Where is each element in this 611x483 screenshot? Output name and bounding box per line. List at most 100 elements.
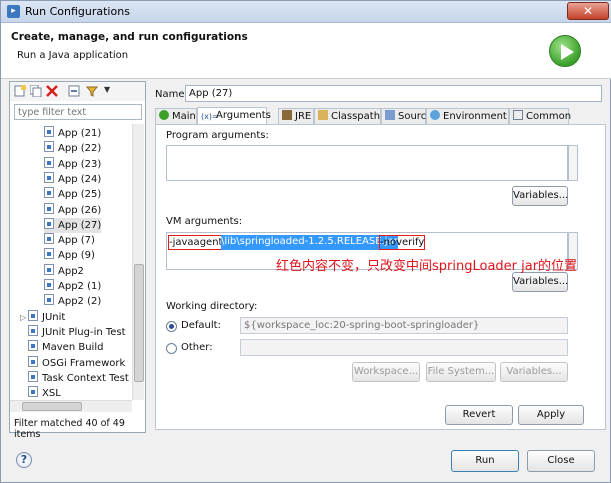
vm-arg-noverify: -noverify xyxy=(379,235,426,250)
filter-input[interactable] xyxy=(14,104,142,120)
annotation-note: 红色内容不变，只改变中间springLoader jar的位置 xyxy=(276,259,578,274)
xsl-icon xyxy=(28,386,38,398)
window-close-button[interactable]: ✕ xyxy=(567,2,609,20)
tree-item[interactable]: App (21) xyxy=(44,126,101,141)
config-tabs: Main (x)=Arguments JRE Classpath Source … xyxy=(155,107,606,125)
other-dir-radio[interactable] xyxy=(166,343,177,354)
tree-item-label: App (7) xyxy=(58,235,95,247)
filesystem-button[interactable]: File System... xyxy=(426,362,496,382)
workspace-button[interactable]: Workspace... xyxy=(352,362,420,382)
config-toolbar: ▼ xyxy=(10,82,145,101)
tree-item[interactable]: JUnit Plug-in Test xyxy=(20,324,126,340)
tree-item[interactable]: App2 xyxy=(44,263,84,279)
filter-config-icon[interactable] xyxy=(85,85,99,97)
working-dir-variables-button[interactable]: Variables... xyxy=(500,362,568,382)
java-app-icon xyxy=(44,126,54,137)
other-dir-field[interactable] xyxy=(240,339,568,356)
java-app-icon xyxy=(44,171,54,183)
run-banner-icon xyxy=(549,35,581,67)
collapse-all-icon[interactable] xyxy=(68,85,80,97)
tree-item-label: App (9) xyxy=(58,250,95,262)
tab-main[interactable]: Main xyxy=(155,108,197,124)
tab-environment-label: Environment xyxy=(443,111,507,122)
configuration-tree: App (21) App (22) App (23) App (24) App (25)… xyxy=(10,124,132,400)
program-args-textarea[interactable] xyxy=(166,145,568,181)
junit-icon xyxy=(28,309,38,321)
tree-item[interactable]: App (27) xyxy=(44,217,102,233)
tab-source[interactable]: Source xyxy=(381,108,432,124)
eclipse-run-icon: ▸ xyxy=(7,5,20,18)
tree-item[interactable]: App (26) xyxy=(44,202,102,218)
tree-item[interactable]: App2 (1) xyxy=(44,279,101,294)
tree-item[interactable]: App (22) xyxy=(44,141,101,156)
tree-item[interactable]: ▷ JUnit xyxy=(20,309,66,325)
default-dir-field: ${workspace_loc:20-spring-boot-springloa… xyxy=(240,317,568,334)
filter-status: Filter matched 40 of 49 items xyxy=(14,418,125,440)
other-dir-label: Other: xyxy=(181,342,213,353)
tab-classpath[interactable]: Classpath xyxy=(314,108,381,124)
junit-plugin-icon xyxy=(28,324,38,336)
apply-button[interactable]: Apply xyxy=(518,405,584,425)
tree-item-label: OSGi Framework xyxy=(42,357,126,369)
default-dir-radio[interactable] xyxy=(166,321,177,332)
working-dir-label: Working directory: xyxy=(166,301,258,312)
source-tab-icon xyxy=(385,110,395,120)
tree-item[interactable]: Task Context Test xyxy=(20,370,129,386)
configurations-panel: ▼ App (21)App (22)App (23)App (24)App (2… xyxy=(9,81,146,440)
run-button[interactable]: Run xyxy=(451,450,519,472)
expand-arrow-icon[interactable]: ▷ xyxy=(20,310,28,325)
header-title: Create, manage, and run configurations xyxy=(11,31,248,43)
run-configurations-dialog: ▸ Run Configurations ✕ Create, manage, a… xyxy=(0,0,611,483)
tree-item[interactable]: Maven Build xyxy=(20,340,103,355)
tree-item-label: XSL xyxy=(42,388,61,400)
program-args-scrollbar[interactable] xyxy=(568,145,578,181)
tree-item[interactable]: App (23) xyxy=(44,156,101,172)
program-args-label: Program arguments: xyxy=(166,130,269,141)
tree-item[interactable]: App (9) xyxy=(44,248,95,263)
vertical-scroll-thumb[interactable] xyxy=(134,264,144,382)
new-config-icon[interactable] xyxy=(14,85,26,97)
revert-button[interactable]: Revert xyxy=(445,405,513,425)
header-subtitle: Run a Java application xyxy=(17,50,129,61)
tab-jre[interactable]: JRE xyxy=(278,108,314,124)
tree-item[interactable]: App (7) xyxy=(44,233,95,248)
tab-arguments[interactable]: (x)=Arguments xyxy=(197,107,271,125)
tree-item-label: Maven Build xyxy=(42,342,104,354)
configuration-editor: Name: App (27) Main (x)=Arguments JRE Cl… xyxy=(151,81,606,433)
tree-item-label: JUnit xyxy=(42,311,66,323)
java-app-icon xyxy=(44,187,54,199)
tree-item-label: App (25) xyxy=(58,189,102,201)
java-app-icon xyxy=(44,202,54,214)
osgi-icon xyxy=(28,355,38,367)
tree-item-label: App (27) xyxy=(58,219,102,231)
maven-icon xyxy=(28,340,38,352)
environment-tab-icon xyxy=(430,110,440,120)
tree-item-label: App (26) xyxy=(58,204,102,216)
tree-item[interactable]: App2 (2) xyxy=(44,294,101,309)
arguments-tab-icon: (x)= xyxy=(201,112,219,121)
tree-item-label: App2 xyxy=(58,265,84,277)
tree-item-label: App2 (2) xyxy=(58,296,102,308)
tab-main-label: Main xyxy=(172,111,196,122)
java-app-icon xyxy=(44,294,54,306)
vm-variables-button[interactable]: Variables... xyxy=(512,272,568,292)
tree-item[interactable]: App (25) xyxy=(44,187,101,202)
tree-horizontal-scrollbar[interactable] xyxy=(10,400,132,412)
tree-item[interactable]: XSL xyxy=(20,386,61,400)
view-menu-chevron-icon[interactable]: ▼ xyxy=(104,85,116,97)
help-icon[interactable]: ? xyxy=(16,452,32,468)
tab-classpath-label: Classpath xyxy=(331,111,381,122)
tree-item-label: Task Context Test xyxy=(42,372,129,384)
program-variables-button[interactable]: Variables... xyxy=(512,186,568,206)
tab-environment[interactable]: Environment xyxy=(426,108,509,124)
tree-item[interactable]: OSGi Framework xyxy=(20,355,126,371)
delete-config-icon[interactable] xyxy=(46,85,58,97)
duplicate-config-icon[interactable] xyxy=(29,84,42,98)
close-button[interactable]: Close xyxy=(527,450,595,472)
horizontal-scroll-thumb[interactable] xyxy=(22,402,82,411)
tree-item[interactable]: App (24) xyxy=(44,171,101,187)
tab-common[interactable]: Common xyxy=(509,108,571,124)
name-input[interactable]: App (27) xyxy=(185,85,602,102)
default-dir-label: Default: xyxy=(181,320,221,331)
tree-vertical-scrollbar[interactable] xyxy=(132,124,144,400)
